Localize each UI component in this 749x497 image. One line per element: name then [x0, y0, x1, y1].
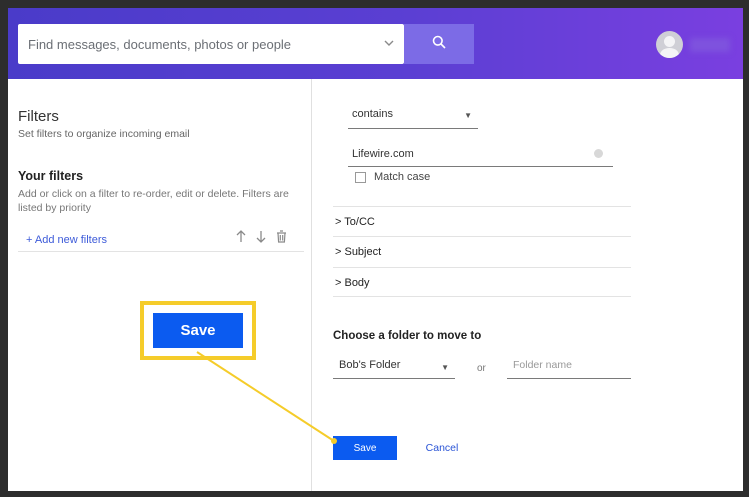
add-new-filters-link[interactable]: + Add new filters — [26, 234, 107, 246]
accordion-to-cc-label: > To/CC — [335, 216, 375, 228]
page-title: Filters — [18, 108, 59, 125]
accordion-body[interactable]: > Body — [333, 267, 631, 297]
divider — [18, 251, 304, 252]
match-case-checkbox[interactable]: Match case — [355, 171, 430, 183]
avatar[interactable] — [656, 31, 683, 58]
folder-section-title: Choose a folder to move to — [333, 330, 482, 342]
folder-select[interactable]: Bob's Folder ▼ — [333, 353, 455, 379]
clear-icon[interactable] — [594, 149, 603, 158]
search-input[interactable]: Find messages, documents, photos or peop… — [18, 37, 374, 52]
accordion-subject[interactable]: > Subject — [333, 236, 631, 266]
condition-value-text: Lifewire.com — [352, 148, 414, 160]
or-separator: or — [477, 363, 486, 374]
condition-value-input[interactable]: Lifewire.com — [348, 139, 613, 167]
your-filters-description: Add or click on a filter to re-order, ed… — [18, 188, 289, 214]
app-window: Find messages, documents, photos or peop… — [0, 0, 749, 497]
accordion-body-label: > Body — [335, 277, 370, 289]
folder-select-value: Bob's Folder — [339, 359, 401, 371]
filter-reorder-controls — [236, 230, 287, 246]
accordion-to-cc[interactable]: > To/CC — [333, 206, 631, 236]
avatar-body — [660, 48, 679, 58]
top-bar: Find messages, documents, photos or peop… — [8, 8, 743, 79]
checkbox-box[interactable] — [355, 171, 366, 183]
save-callout-highlight: Save — [140, 301, 256, 360]
arrow-up-icon[interactable] — [236, 230, 246, 246]
match-case-label: Match case — [374, 171, 431, 183]
search-button[interactable] — [404, 24, 474, 64]
your-filters-heading: Your filters — [18, 169, 84, 183]
search-box[interactable]: Find messages, documents, photos or peop… — [18, 24, 404, 64]
blurred-username — [690, 38, 730, 52]
folder-name-input[interactable]: Folder name — [507, 353, 631, 379]
filter-editor-panel: contains ▼ Lifewire.com Match case > To/… — [313, 79, 743, 491]
avatar-head — [664, 36, 675, 47]
condition-select[interactable]: contains ▼ — [348, 101, 478, 129]
search-icon — [432, 35, 446, 54]
page-subtitle: Set filters to organize incoming email — [18, 128, 190, 140]
arrow-down-icon[interactable] — [256, 230, 266, 246]
cancel-button[interactable]: Cancel — [420, 436, 464, 460]
trash-icon[interactable] — [276, 230, 287, 246]
chevron-down-icon[interactable] — [374, 38, 404, 50]
caret-down-icon: ▼ — [441, 363, 449, 372]
condition-select-value: contains — [352, 108, 393, 120]
callout-save-button: Save — [153, 313, 243, 348]
filters-list-panel: Filters Set filters to organize incoming… — [8, 79, 312, 491]
caret-down-icon: ▼ — [464, 111, 472, 120]
save-button[interactable]: Save — [333, 436, 397, 460]
accordion-subject-label: > Subject — [335, 246, 382, 258]
